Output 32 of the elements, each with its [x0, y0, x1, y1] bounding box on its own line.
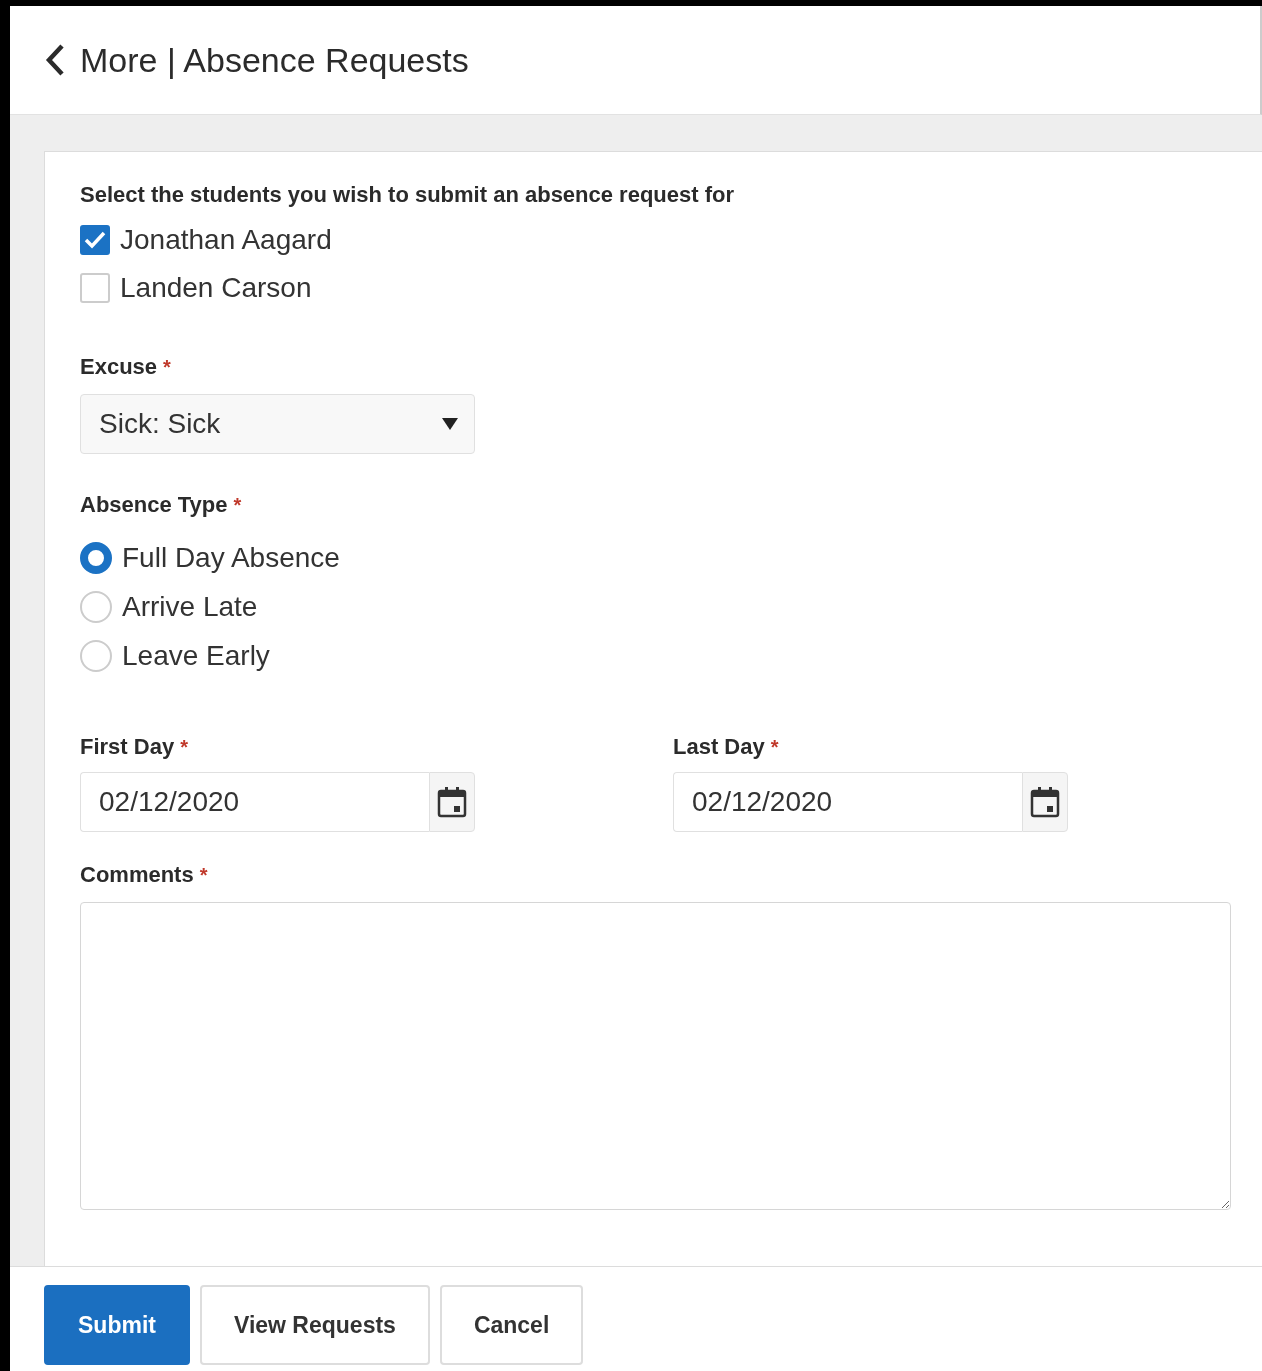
- date-field[interactable]: 02/12/2020: [673, 772, 1022, 832]
- radio-label[interactable]: Arrive Late: [122, 591, 258, 623]
- date-field[interactable]: 02/12/2020: [80, 772, 429, 832]
- required-mark: *: [180, 736, 188, 759]
- required-mark: *: [233, 494, 242, 517]
- required-mark: *: [770, 736, 779, 759]
- required-mark: *: [163, 356, 171, 379]
- field-label: First Day: [80, 734, 175, 760]
- submit-button[interactable]: Submit: [44, 1285, 190, 1365]
- caret-icon: [442, 418, 458, 430]
- action-button[interactable]: Cancel: [439, 1285, 584, 1365]
- calendar-button[interactable]: [1022, 772, 1068, 832]
- radio-label[interactable]: Full Day Absence: [122, 542, 340, 574]
- required-mark: *: [199, 864, 208, 887]
- radio-button[interactable]: [80, 542, 112, 574]
- action-button[interactable]: View Requests: [199, 1285, 430, 1365]
- field-label: Absence Type: [80, 492, 228, 518]
- calendar-icon: [437, 786, 467, 818]
- checkbox[interactable]: [80, 225, 110, 255]
- comments-field[interactable]: [80, 902, 1231, 1210]
- radio-label[interactable]: Leave Early: [122, 640, 270, 672]
- students-label: Select the students you wish to submit an absence request for: [80, 182, 735, 208]
- field-label: Excuse: [80, 354, 158, 380]
- excuse-dropdown[interactable]: Sick: Sick: [80, 394, 475, 454]
- calendar-icon: [1030, 786, 1060, 818]
- field-label: Comments: [80, 862, 194, 888]
- back-icon[interactable]: [44, 43, 66, 77]
- student-name[interactable]: Landen Carson: [120, 272, 312, 304]
- student-name[interactable]: Jonathan Aagard: [120, 224, 332, 256]
- calendar-button[interactable]: [429, 772, 475, 832]
- page-title: More | Absence Requests: [80, 40, 469, 80]
- field-label: Last Day: [673, 734, 765, 760]
